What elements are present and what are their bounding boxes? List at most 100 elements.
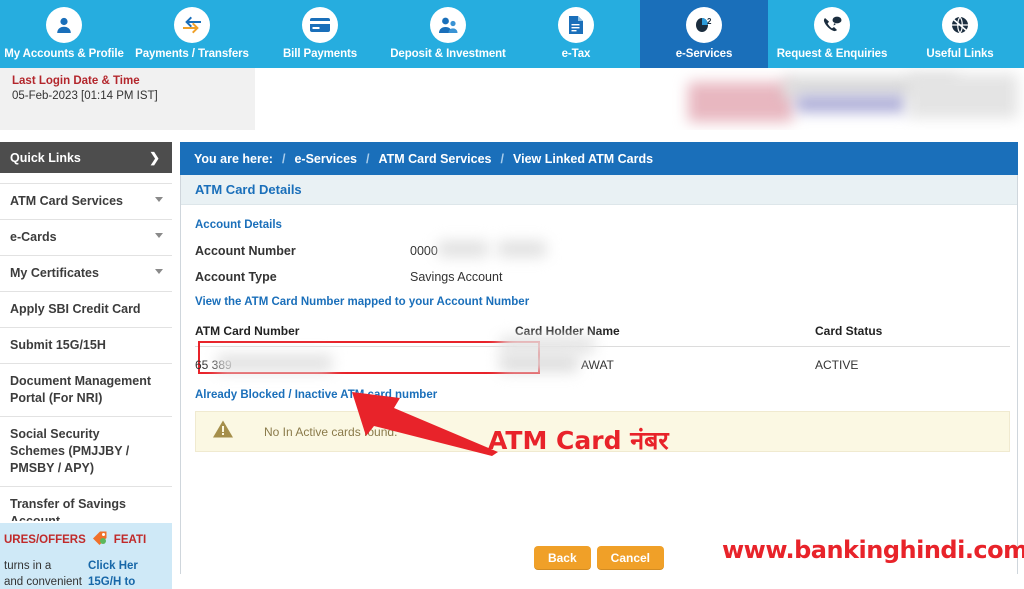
main-content: You are here: / e-Services / ATM Card Se… xyxy=(180,142,1018,585)
cell-card-holder-name: AWAT xyxy=(500,336,815,372)
sidebar-item-atm-card-services[interactable]: ATM Card Services xyxy=(0,184,172,220)
sidebar-item-label: ATM Card Services xyxy=(10,194,124,208)
nav-label: Bill Payments xyxy=(282,48,358,60)
cell-atm-card-number: 65 389 xyxy=(195,354,515,372)
sidebar-item-my-certificates[interactable]: My Certificates xyxy=(0,256,172,292)
last-login-value: 05-Feb-2023 [01:14 PM IST] xyxy=(12,90,158,102)
globe-links-icon xyxy=(942,7,978,43)
page-title: ATM Card Details xyxy=(181,175,1017,205)
sidebar-item-e-cards[interactable]: e-Cards xyxy=(0,220,172,256)
chevron-down-icon xyxy=(155,197,163,202)
nav-label: My Accounts & Profile xyxy=(4,48,124,60)
svg-text:2: 2 xyxy=(707,17,712,26)
panel-body: Account Details Account Number 0000 Acco… xyxy=(181,205,1017,570)
account-type-value: Savings Account xyxy=(410,270,503,284)
nav-label: e-Tax xyxy=(561,48,591,60)
nav-label: Deposit & Investment xyxy=(390,48,506,60)
sidebar-gap xyxy=(0,173,172,183)
promo-line-a2: and convenient xyxy=(4,576,83,588)
card-bill-icon xyxy=(302,7,338,43)
nav-item-my-accounts-profile[interactable]: My Accounts & Profile xyxy=(0,0,128,68)
breadcrumb-item-view-linked-atm-cards[interactable]: View Linked ATM Cards xyxy=(513,152,653,166)
linked-cards-table: ATM Card Number Card Holder Name Card St… xyxy=(195,324,1010,374)
promo-text-row: turns in a and convenient Click Her 15G/… xyxy=(0,549,172,589)
nav-item-bill-payments[interactable]: Bill Payments xyxy=(256,0,384,68)
sidebar-item-label: My Certificates xyxy=(10,266,99,280)
promo-line-b1[interactable]: Click Her xyxy=(88,558,138,574)
promo-col-left: turns in a and convenient xyxy=(4,558,82,589)
quick-links-label: Quick Links xyxy=(10,150,81,165)
chevron-down-icon xyxy=(155,233,163,238)
nav-item-e-services[interactable]: 2 e-Services xyxy=(640,0,768,68)
phone-support-icon xyxy=(814,7,850,43)
already-blocked-link[interactable]: Already Blocked / Inactive ATM card numb… xyxy=(195,389,1001,401)
promo-line-a1: turns in a xyxy=(4,560,52,572)
mouse-services-icon: 2 xyxy=(686,7,722,43)
promo-line-b2[interactable]: 15G/H to xyxy=(88,574,138,589)
back-button[interactable]: Back xyxy=(533,546,591,570)
page-root: My Accounts & Profile Payments / Transfe… xyxy=(0,0,1024,589)
breadcrumb-separator: / xyxy=(281,151,286,166)
top-navigation: My Accounts & Profile Payments / Transfe… xyxy=(0,0,1024,68)
tax-document-icon xyxy=(558,7,594,43)
breadcrumb-item-e-services[interactable]: e-Services xyxy=(294,152,357,166)
sidebar-item-label: Social Security Schemes (PMJJBY / PMSBY … xyxy=(10,427,130,475)
account-type-row: Account Type Savings Account xyxy=(195,270,1001,284)
annotation-callout-text: ATM Card नंबर xyxy=(488,426,669,455)
breadcrumb: You are here: / e-Services / ATM Card Se… xyxy=(180,142,1018,175)
atm-card-details-panel: ATM Card Details Account Details Account… xyxy=(180,175,1018,585)
nav-label: Request & Enquiries xyxy=(776,48,888,60)
promo-headline-right: FEATI xyxy=(113,533,147,546)
sidebar-item-apply-sbi-credit-card[interactable]: Apply SBI Credit Card xyxy=(0,292,172,328)
column-header-card-status: Card Status xyxy=(815,324,883,338)
sidebar-list: ATM Card Services e-Cards My Certificate… xyxy=(0,183,172,540)
sidebar-item-label: Submit 15G/15H xyxy=(10,338,106,352)
account-number-text: 0000 xyxy=(410,244,438,258)
account-details-label: Account Details xyxy=(195,219,282,231)
promo-headline-row: URES/OFFERS FEATI xyxy=(0,523,172,549)
header-divider xyxy=(0,130,1024,136)
sidebar-item-submit-15g-15h[interactable]: Submit 15G/15H xyxy=(0,328,172,364)
user-icon xyxy=(46,7,82,43)
annotation-arrow-icon xyxy=(352,392,498,456)
column-header-atm-card-number: ATM Card Number xyxy=(195,324,300,338)
nav-item-e-tax[interactable]: e-Tax xyxy=(512,0,640,68)
users-deposit-icon xyxy=(430,7,466,43)
account-type-label: Account Type xyxy=(195,270,277,284)
nav-item-deposit-investment[interactable]: Deposit & Investment xyxy=(384,0,512,68)
promo-col-right: Click Her 15G/H to xyxy=(88,558,138,589)
sidebar-item-social-security-schemes[interactable]: Social Security Schemes (PMJJBY / PMSBY … xyxy=(0,417,172,487)
breadcrumb-prefix: You are here: xyxy=(194,151,273,166)
nav-label: Useful Links xyxy=(926,48,994,60)
sidebar-item-label: e-Cards xyxy=(10,230,57,244)
quick-links-header[interactable]: Quick Links ❯ xyxy=(0,142,172,173)
breadcrumb-item-atm-card-services[interactable]: ATM Card Services xyxy=(379,152,492,166)
sidebar-item-label: Document Management Portal (For NRI) xyxy=(10,374,151,405)
sidebar: Quick Links ❯ ATM Card Services e-Cards … xyxy=(0,142,172,540)
chevron-down-icon xyxy=(155,269,163,274)
last-login-box: Last Login Date & Time 05-Feb-2023 [01:1… xyxy=(0,68,255,130)
nav-item-payments-transfers[interactable]: Payments / Transfers xyxy=(128,0,256,68)
promo-headline-left: URES/OFFERS xyxy=(4,533,86,546)
header-redacted-region xyxy=(668,68,1024,136)
cancel-button[interactable]: Cancel xyxy=(596,546,665,570)
watermark-text: www.bankinghindi.com xyxy=(722,536,1024,564)
nav-label: Payments / Transfers xyxy=(135,48,249,60)
cell-card-status: ACTIVE xyxy=(815,358,859,372)
last-login-title: Last Login Date & Time xyxy=(12,75,140,87)
mapped-card-note[interactable]: View the ATM Card Number mapped to your … xyxy=(195,296,1001,308)
sidebar-item-document-management-portal[interactable]: Document Management Portal (For NRI) xyxy=(0,364,172,417)
account-number-value: 0000 xyxy=(410,241,546,258)
nav-item-useful-links[interactable]: Useful Links xyxy=(896,0,1024,68)
offer-tag-icon xyxy=(92,530,108,549)
chevron-right-icon: ❯ xyxy=(149,149,160,165)
breadcrumb-separator: / xyxy=(500,151,504,166)
account-number-row: Account Number 0000 xyxy=(195,241,1001,258)
transfer-arrows-icon xyxy=(174,7,210,43)
sidebar-item-label: Apply SBI Credit Card xyxy=(10,302,141,316)
promo-banner[interactable]: URES/OFFERS FEATI turns in a and conveni… xyxy=(0,521,172,589)
account-number-label: Account Number xyxy=(195,244,296,258)
nav-item-request-enquiries[interactable]: Request & Enquiries xyxy=(768,0,896,68)
table-header-row: ATM Card Number Card Holder Name Card St… xyxy=(195,324,1010,347)
warning-triangle-icon xyxy=(212,419,234,444)
